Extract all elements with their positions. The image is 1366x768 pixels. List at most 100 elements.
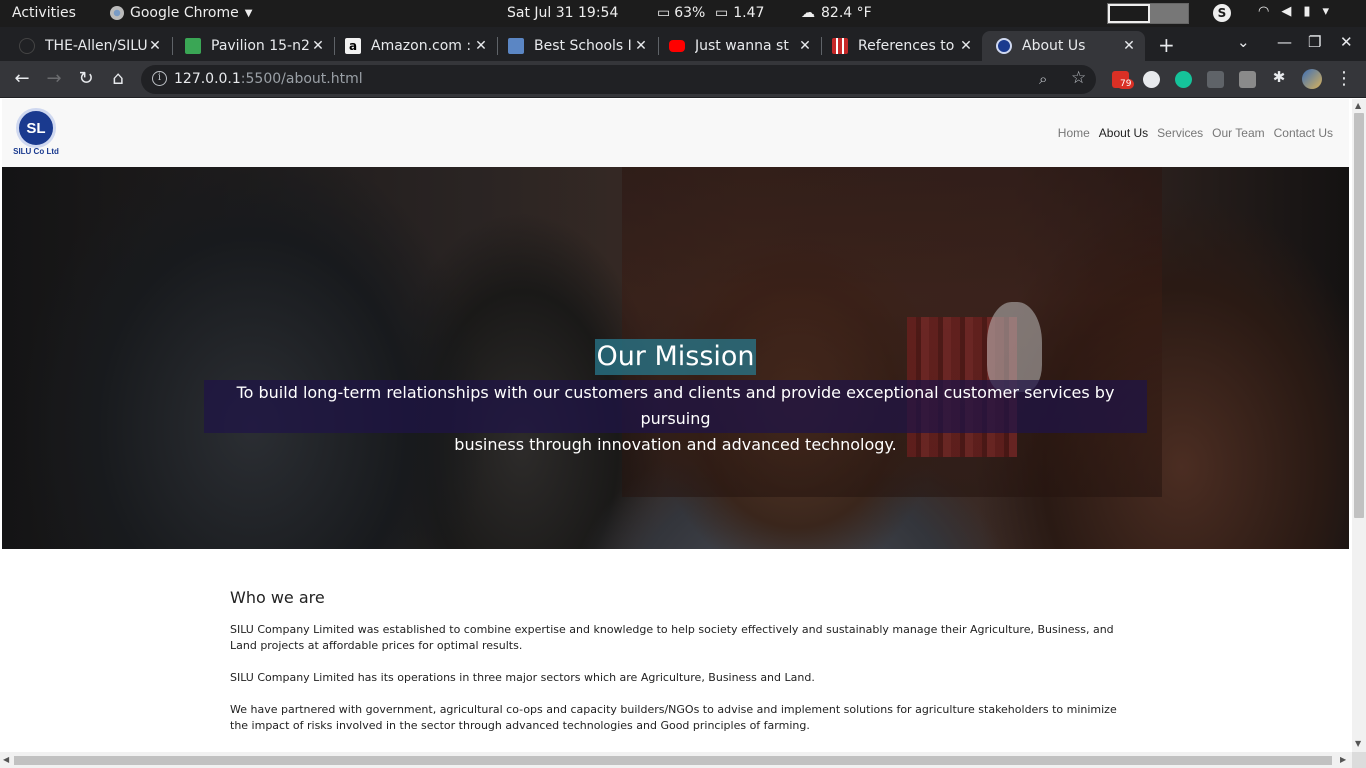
load-value: 1.47 [733,5,765,21]
back-arrow-icon[interactable]: ← [11,68,33,89]
url-path: :5500/about.html [240,71,363,87]
puzzle-extensions-icon[interactable]: ✱ [1268,68,1290,86]
bookmark-star-icon[interactable]: ☆ [1071,68,1086,88]
extension-badge: 79 [1117,79,1135,89]
reload-icon[interactable]: ↻ [75,68,97,89]
document-icon [832,38,848,54]
url-host: 127.0.0.1 [174,71,241,87]
tab-title: References to [858,38,955,54]
workspace-2[interactable] [1150,4,1188,23]
logo-caption: SILU Co Ltd [13,147,59,156]
close-icon[interactable]: ✕ [797,38,813,54]
close-icon[interactable]: ✕ [310,38,326,54]
hero-title-wrap: Our Mission [2,339,1349,375]
horizontal-scrollbar[interactable]: ◀ ▶ [0,752,1352,768]
close-icon[interactable]: ✕ [473,38,489,54]
wifi-icon: ◠ [1258,4,1270,19]
tab-best-schools[interactable]: Best Schools I ✕ [494,31,657,61]
about-section: Who we are SILU Company Limited was esta… [230,588,1120,750]
about-paragraph-2: SILU Company Limited has its operations … [230,671,815,684]
chevron-down-icon: ▼ [244,7,253,19]
battery-icon: ▮ [1303,4,1311,19]
tab-youtube[interactable]: Just wanna st ✕ [655,31,821,61]
scroll-down-icon[interactable]: ▼ [1355,739,1361,748]
info-icon[interactable]: i [152,71,167,86]
weather-value: 82.4 °F [821,5,872,21]
app-menu[interactable]: Google Chrome ▼ [110,5,252,21]
workspace-1[interactable] [1108,4,1150,23]
logo-mark: SL [16,108,56,148]
workspace-switcher[interactable] [1107,3,1189,24]
tab-title: Just wanna st [695,38,789,54]
cpu-icon: ▭ [657,5,671,21]
close-icon[interactable]: ✕ [1121,38,1137,54]
site-navbar: SL SILU Co Ltd Home About Us Services Ou… [2,99,1349,167]
skype-icon[interactable]: S [1213,4,1231,22]
nav-home[interactable]: Home [1058,126,1090,140]
nav-about-us[interactable]: About Us [1099,126,1148,140]
site-logo[interactable]: SL SILU Co Ltd [13,108,59,158]
document-icon [185,38,201,54]
close-window-icon[interactable]: ✕ [1340,33,1353,51]
monitor-icon: ▭ [715,5,729,21]
nav-our-team[interactable]: Our Team [1212,126,1264,140]
tab-github[interactable]: THE-Allen/SILU ✕ [5,31,171,61]
url-text[interactable]: 127.0.0.1:5500/about.html [174,71,363,87]
tab-about-us[interactable]: About Us ✕ [982,31,1145,61]
extension-icon[interactable] [1207,71,1224,88]
tab-references[interactable]: References to ✕ [818,31,982,61]
cpu-indicator[interactable]: ▭ 63% [657,5,705,21]
clock[interactable]: Sat Jul 31 19:54 [507,5,618,21]
hero-title: Our Mission [595,339,756,375]
restore-icon[interactable]: ❐ [1308,33,1321,51]
tab-title: Amazon.com : [371,38,472,54]
scroll-right-icon[interactable]: ▶ [1340,755,1346,764]
new-tab-button[interactable]: + [1158,33,1175,57]
home-icon[interactable]: ⌂ [107,68,129,89]
cpu-value: 63% [674,5,706,21]
tab-amazon[interactable]: a Amazon.com : ✕ [331,31,497,61]
system-tray[interactable]: ◠ ◀ ▮ ▾ [1258,4,1329,19]
hero-text-line-1: To build long-term relationships with ou… [236,383,1115,428]
about-heading: Who we are [230,588,325,607]
more-menu-icon[interactable]: ⋮ [1333,68,1355,89]
vertical-scrollbar[interactable]: ▲ ▼ [1352,99,1366,752]
s-extension-icon[interactable] [1143,71,1160,88]
nav-services[interactable]: Services [1157,126,1203,140]
page-viewport: SL SILU Co Ltd Home About Us Services Ou… [0,99,1352,752]
tab-title: Best Schools I [534,38,632,54]
volume-icon: ◀ [1281,4,1292,19]
browser-toolbar: ← → ↻ ⌂ i 127.0.0.1:5500/about.html ⌕ ☆ … [0,61,1366,98]
tab-title: THE-Allen/SILU [45,38,147,54]
weather-indicator[interactable]: ☁ 82.4 °F [801,5,872,21]
hero-text-line-2: business through innovation and advanced… [454,435,897,454]
site-menu: Home About Us Services Our Team Contact … [1049,126,1333,140]
nav-contact-us[interactable]: Contact Us [1274,126,1333,140]
chrome-icon [110,6,124,20]
scroll-left-icon[interactable]: ◀ [3,755,9,764]
minimize-icon[interactable]: — [1277,33,1292,51]
chevron-down-icon: ▾ [1322,4,1330,19]
avatar[interactable] [1302,69,1322,89]
close-icon[interactable]: ✕ [147,38,163,54]
site-logo-icon [996,38,1012,54]
scroll-up-icon[interactable]: ▲ [1355,101,1361,110]
grammarly-icon[interactable] [1175,71,1192,88]
tab-pavilion[interactable]: Pavilion 15-n2 ✕ [171,31,334,61]
horizontal-scroll-thumb[interactable] [14,756,1332,765]
hero-mission-text: To build long-term relationships with ou… [204,380,1147,454]
close-icon[interactable]: ✕ [958,38,974,54]
load-indicator[interactable]: ▭ 1.47 [715,5,764,21]
address-bar[interactable]: i 127.0.0.1:5500/about.html ⌕ ☆ [141,65,1096,94]
tab-search-icon[interactable]: ⌄ [1237,33,1250,51]
zoom-icon[interactable]: ⌕ [1039,70,1047,88]
amazon-icon: a [345,38,361,54]
vertical-scroll-thumb[interactable] [1354,113,1364,518]
hero-banner: Our Mission To build long-term relations… [2,167,1349,549]
tab-title: Pavilion 15-n2 [211,38,310,54]
activities-button[interactable]: Activities [12,5,76,21]
close-icon[interactable]: ✕ [633,38,649,54]
system-top-bar: Activities Google Chrome ▼ Sat Jul 31 19… [0,0,1366,27]
forward-arrow-icon[interactable]: → [43,68,65,89]
extension-icon[interactable] [1239,71,1256,88]
